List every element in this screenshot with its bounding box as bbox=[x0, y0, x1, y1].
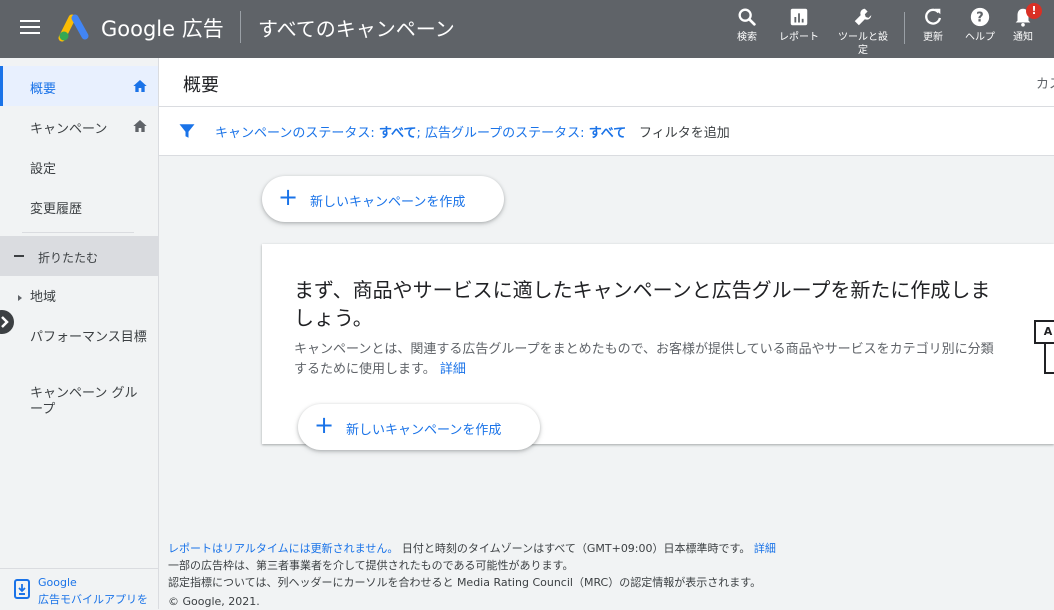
filter-status-label: キャンペーンのステータス: bbox=[215, 126, 375, 141]
page-title: 概要 bbox=[183, 75, 219, 96]
phone-download-icon bbox=[14, 579, 30, 599]
active-filter-chip[interactable]: キャンペーンのステータス: すべて; 広告グループのステータス: すべて bbox=[215, 122, 626, 141]
new-campaign-label: 新しいキャンペーンを作成 bbox=[310, 195, 466, 210]
report-label: レポート bbox=[779, 32, 819, 43]
plus-icon: + bbox=[314, 411, 335, 439]
app-promo-line2: 広告モバイルアプリを bbox=[38, 593, 148, 606]
illustration-box: A bbox=[1034, 320, 1054, 344]
card-description: キャンペーンとは、関連する広告グループをまとめたもので、お客様が提供している商品… bbox=[294, 340, 996, 380]
chevron-right-icon bbox=[1, 316, 9, 328]
card-heading: まず、商品やサービスに適したキャンペーンと広告グループを新たに作成しましょう。 bbox=[294, 278, 991, 330]
new-campaign-label: 新しいキャンペーンを作成 bbox=[346, 423, 502, 438]
notification-badge: ! bbox=[1026, 3, 1042, 19]
collapse-toggle[interactable]: 折りたたむ bbox=[0, 236, 158, 276]
divider bbox=[22, 232, 134, 233]
search-icon bbox=[738, 8, 756, 26]
tools-settings-button[interactable]: ツールと設定 bbox=[838, 6, 888, 57]
sidebar: 概要 キャンペーン 設定 変更履歴 折りたたむ 地域 パフォーマンス目標 キャン… bbox=[0, 58, 159, 610]
google-ads-logo[interactable] bbox=[58, 12, 92, 42]
sidebar-item-label: キャンペーン bbox=[30, 122, 108, 137]
footer-line: 認定指標については、列ヘッダーにカーソルを合わせると Media Rating … bbox=[168, 576, 762, 589]
app-promo-line1: Google bbox=[38, 576, 77, 589]
filter-group-value: すべて bbox=[588, 126, 627, 141]
collapse-label: 折りたたむ bbox=[38, 251, 99, 265]
sidebar-item-performance-goals[interactable]: パフォーマンス目標 bbox=[0, 328, 158, 364]
report-button[interactable]: レポート bbox=[776, 6, 822, 44]
plus-icon: + bbox=[278, 183, 299, 211]
add-filter-button[interactable]: フィルタを追加 bbox=[639, 122, 730, 141]
help-button[interactable]: ? ヘルプ bbox=[962, 6, 998, 44]
product-name[interactable]: Google 広告 bbox=[101, 13, 224, 43]
home-icon[interactable] bbox=[132, 118, 148, 134]
mobile-app-promo[interactable]: Google 広告モバイルアプリを bbox=[0, 568, 158, 610]
sidebar-item-label: パフォーマンス目標 bbox=[30, 330, 147, 345]
sidebar-item-overview[interactable]: 概要 bbox=[0, 66, 158, 106]
sidebar-item-label: 地域 bbox=[30, 290, 57, 305]
illustration-line bbox=[1044, 372, 1054, 374]
footer-learn-more-link[interactable]: 詳細 bbox=[754, 542, 776, 555]
sidebar-item-label: 変更履歴 bbox=[30, 202, 83, 217]
sidebar-item-label: キャンペーン グループ bbox=[30, 386, 138, 417]
filter-group-label: ; 広告グループのステータス: bbox=[416, 126, 585, 141]
copyright: © Google, 2021. bbox=[168, 595, 260, 608]
card-body-text: キャンペーンとは、関連する広告グループをまとめたもので、お客様が提供している商品… bbox=[294, 342, 994, 377]
sidebar-item-label: 設定 bbox=[30, 162, 57, 177]
illustration-line bbox=[1044, 342, 1046, 374]
main-content: 概要 カス キャンペーンのステータス: すべて; 広告グループのステータス: す… bbox=[159, 58, 1054, 609]
search-label: 検索 bbox=[737, 32, 757, 43]
new-campaign-button[interactable]: + 新しいキャンペーンを作成 bbox=[262, 176, 504, 222]
timezone-note: 日付と時刻のタイムゾーンはすべて（GMT+09:00）日本標準時です。 bbox=[401, 542, 751, 555]
divider bbox=[904, 12, 905, 44]
sidebar-item-settings[interactable]: 設定 bbox=[0, 146, 158, 186]
card-new-campaign-button[interactable]: + 新しいキャンペーンを作成 bbox=[298, 404, 540, 450]
divider bbox=[240, 11, 241, 43]
top-bar: Google 広告 すべてのキャンペーン 検索 レポート ツールと設定 更新 ?… bbox=[0, 0, 1054, 58]
sidebar-item-campaigns[interactable]: キャンペーン bbox=[0, 106, 158, 146]
refresh-icon bbox=[925, 8, 942, 25]
search-button[interactable]: 検索 bbox=[732, 6, 762, 44]
refresh-label: 更新 bbox=[923, 32, 943, 43]
caret-right-icon bbox=[18, 295, 22, 301]
page-header: 概要 カス bbox=[159, 58, 1054, 107]
filter-status-value: すべて bbox=[378, 126, 417, 141]
tools-settings-label: ツールと設定 bbox=[838, 32, 888, 56]
sidebar-item-locations[interactable]: 地域 bbox=[0, 288, 158, 308]
wrench-icon bbox=[854, 8, 872, 26]
sidebar-item-label: 概要 bbox=[30, 82, 57, 97]
report-icon bbox=[790, 8, 808, 26]
filter-icon[interactable] bbox=[178, 122, 196, 140]
footer-line: 一部の広告枠は、第三者事業者を介して提供されたものである可能性があります。 bbox=[168, 559, 574, 572]
help-icon: ? bbox=[970, 7, 990, 27]
refresh-button[interactable]: 更新 bbox=[918, 6, 948, 44]
hamburger-menu-icon[interactable] bbox=[18, 16, 42, 40]
svg-text:?: ? bbox=[976, 11, 983, 26]
sidebar-expand-button[interactable] bbox=[0, 310, 14, 334]
footer-notes: レポートはリアルタイムには更新されません。 日付と時刻のタイムゾーンはすべて（G… bbox=[168, 540, 1048, 610]
footer-line: レポートはリアルタイムには更新されません。 日付と時刻のタイムゾーンはすべて（G… bbox=[168, 540, 1048, 557]
realtime-notice-link[interactable]: レポートはリアルタイムには更新されません。 bbox=[168, 542, 398, 555]
sidebar-item-campaign-groups[interactable]: キャンペーン グループ bbox=[0, 384, 158, 420]
home-icon[interactable] bbox=[132, 78, 148, 94]
learn-more-link[interactable]: 詳細 bbox=[440, 362, 466, 377]
help-label: ヘルプ bbox=[965, 32, 995, 43]
customize-link[interactable]: カス bbox=[1036, 73, 1054, 92]
sidebar-item-change-history[interactable]: 変更履歴 bbox=[0, 186, 158, 226]
minus-icon bbox=[14, 255, 24, 257]
campaign-scope-title[interactable]: すべてのキャンペーン bbox=[258, 13, 455, 42]
filter-bar: キャンペーンのステータス: すべて; 広告グループのステータス: すべて フィル… bbox=[159, 107, 1054, 156]
notifications-label: 通知 bbox=[1013, 32, 1033, 43]
